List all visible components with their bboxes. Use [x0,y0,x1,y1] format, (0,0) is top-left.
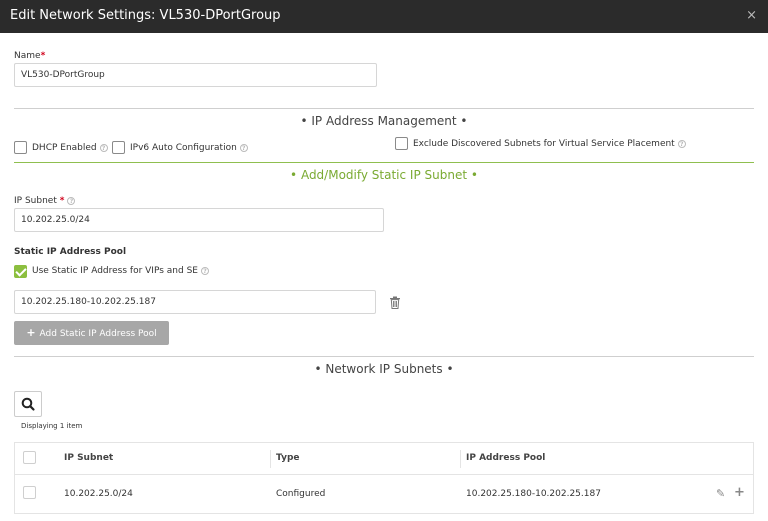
trash-icon[interactable] [389,296,401,309]
static-ip-pool-heading: Static IP Address Pool [14,247,127,257]
column-ip-subnet[interactable]: IP Subnet [64,453,113,463]
dhcp-enabled-checkbox[interactable] [14,141,27,154]
static-ip-pool-input[interactable]: 10.202.25.180-10.202.25.187 [14,290,376,314]
use-static-ip-text: Use Static IP Address for VIPs and SE [32,266,198,276]
help-icon[interactable]: ? [677,139,686,148]
cell-type: Configured [276,489,326,499]
search-icon [21,397,35,411]
edit-pencil-icon[interactable]: ✎ [716,487,725,500]
use-static-ip-label: Use Static IP Address for VIPs and SE? [32,266,209,276]
help-icon[interactable]: ? [200,266,209,275]
cell-ip-subnet: 10.202.25.0/24 [64,489,133,499]
exclude-discovered-subnets-label: Exclude Discovered Subnets for Virtual S… [413,139,686,149]
ip-address-management-section: • IP Address Management • [14,108,754,130]
add-static-ip-pool-button[interactable]: + Add Static IP Address Pool [14,321,169,345]
ipv6-auto-config-label: IPv6 Auto Configuration? [130,143,248,153]
exclude-discovered-subnets-text: Exclude Discovered Subnets for Virtual S… [413,139,675,149]
help-icon[interactable]: ? [67,196,76,205]
cell-ip-address-pool: 10.202.25.180-10.202.25.187 [466,489,601,499]
help-icon[interactable]: ? [239,143,248,152]
ip-subnet-input[interactable]: 10.202.25.0/24 [14,208,384,232]
table-row[interactable]: 10.202.25.0/24 Configured 10.202.25.180-… [15,475,753,513]
dialog-title: Edit Network Settings: VL530-DPortGroup [10,8,281,23]
exclude-discovered-subnets-checkbox[interactable] [395,137,408,150]
ipv6-auto-config-checkbox[interactable] [112,141,125,154]
column-divider [270,450,271,468]
ip-subnet-label-text: IP Subnet [14,196,57,206]
search-button[interactable] [14,391,42,417]
required-mark: * [40,51,46,61]
ip-address-management-title: • IP Address Management • [300,114,468,128]
network-subnets-table: IP Subnet Type IP Address Pool 10.202.25… [14,442,754,514]
add-static-ip-pool-label: Add Static IP Address Pool [39,329,157,339]
network-ip-subnets-section: • Network IP Subnets • [14,356,754,378]
close-icon[interactable]: × [746,9,757,23]
column-ip-address-pool[interactable]: IP Address Pool [466,453,545,463]
ip-subnet-label: IP Subnet *? [14,196,76,206]
name-label: Name* [14,51,45,61]
dhcp-enabled-label: DHCP Enabled? [32,143,108,153]
column-type[interactable]: Type [276,453,299,463]
help-icon[interactable]: ? [99,143,108,152]
name-input[interactable]: VL530-DPortGroup [14,63,377,87]
static-ip-subnet-section: • Add/Modify Static IP Subnet • [14,162,754,184]
dhcp-enabled-text: DHCP Enabled [32,143,97,153]
dialog-titlebar: Edit Network Settings: VL530-DPortGroup … [0,0,768,33]
network-ip-subnets-title: • Network IP Subnets • [314,362,454,376]
displaying-count: Displaying 1 item [21,422,83,430]
required-mark: * [59,196,65,206]
add-plus-icon[interactable]: + [734,485,745,500]
ipv6-auto-config-text: IPv6 Auto Configuration [130,143,237,153]
use-static-ip-checkbox[interactable] [14,265,27,278]
plus-icon: + [26,326,36,339]
static-ip-subnet-title: • Add/Modify Static IP Subnet • [290,168,478,182]
name-label-text: Name [14,51,41,61]
table-header: IP Subnet Type IP Address Pool [15,443,753,475]
select-all-checkbox[interactable] [23,451,36,464]
column-divider [460,450,461,468]
row-checkbox[interactable] [23,486,36,499]
